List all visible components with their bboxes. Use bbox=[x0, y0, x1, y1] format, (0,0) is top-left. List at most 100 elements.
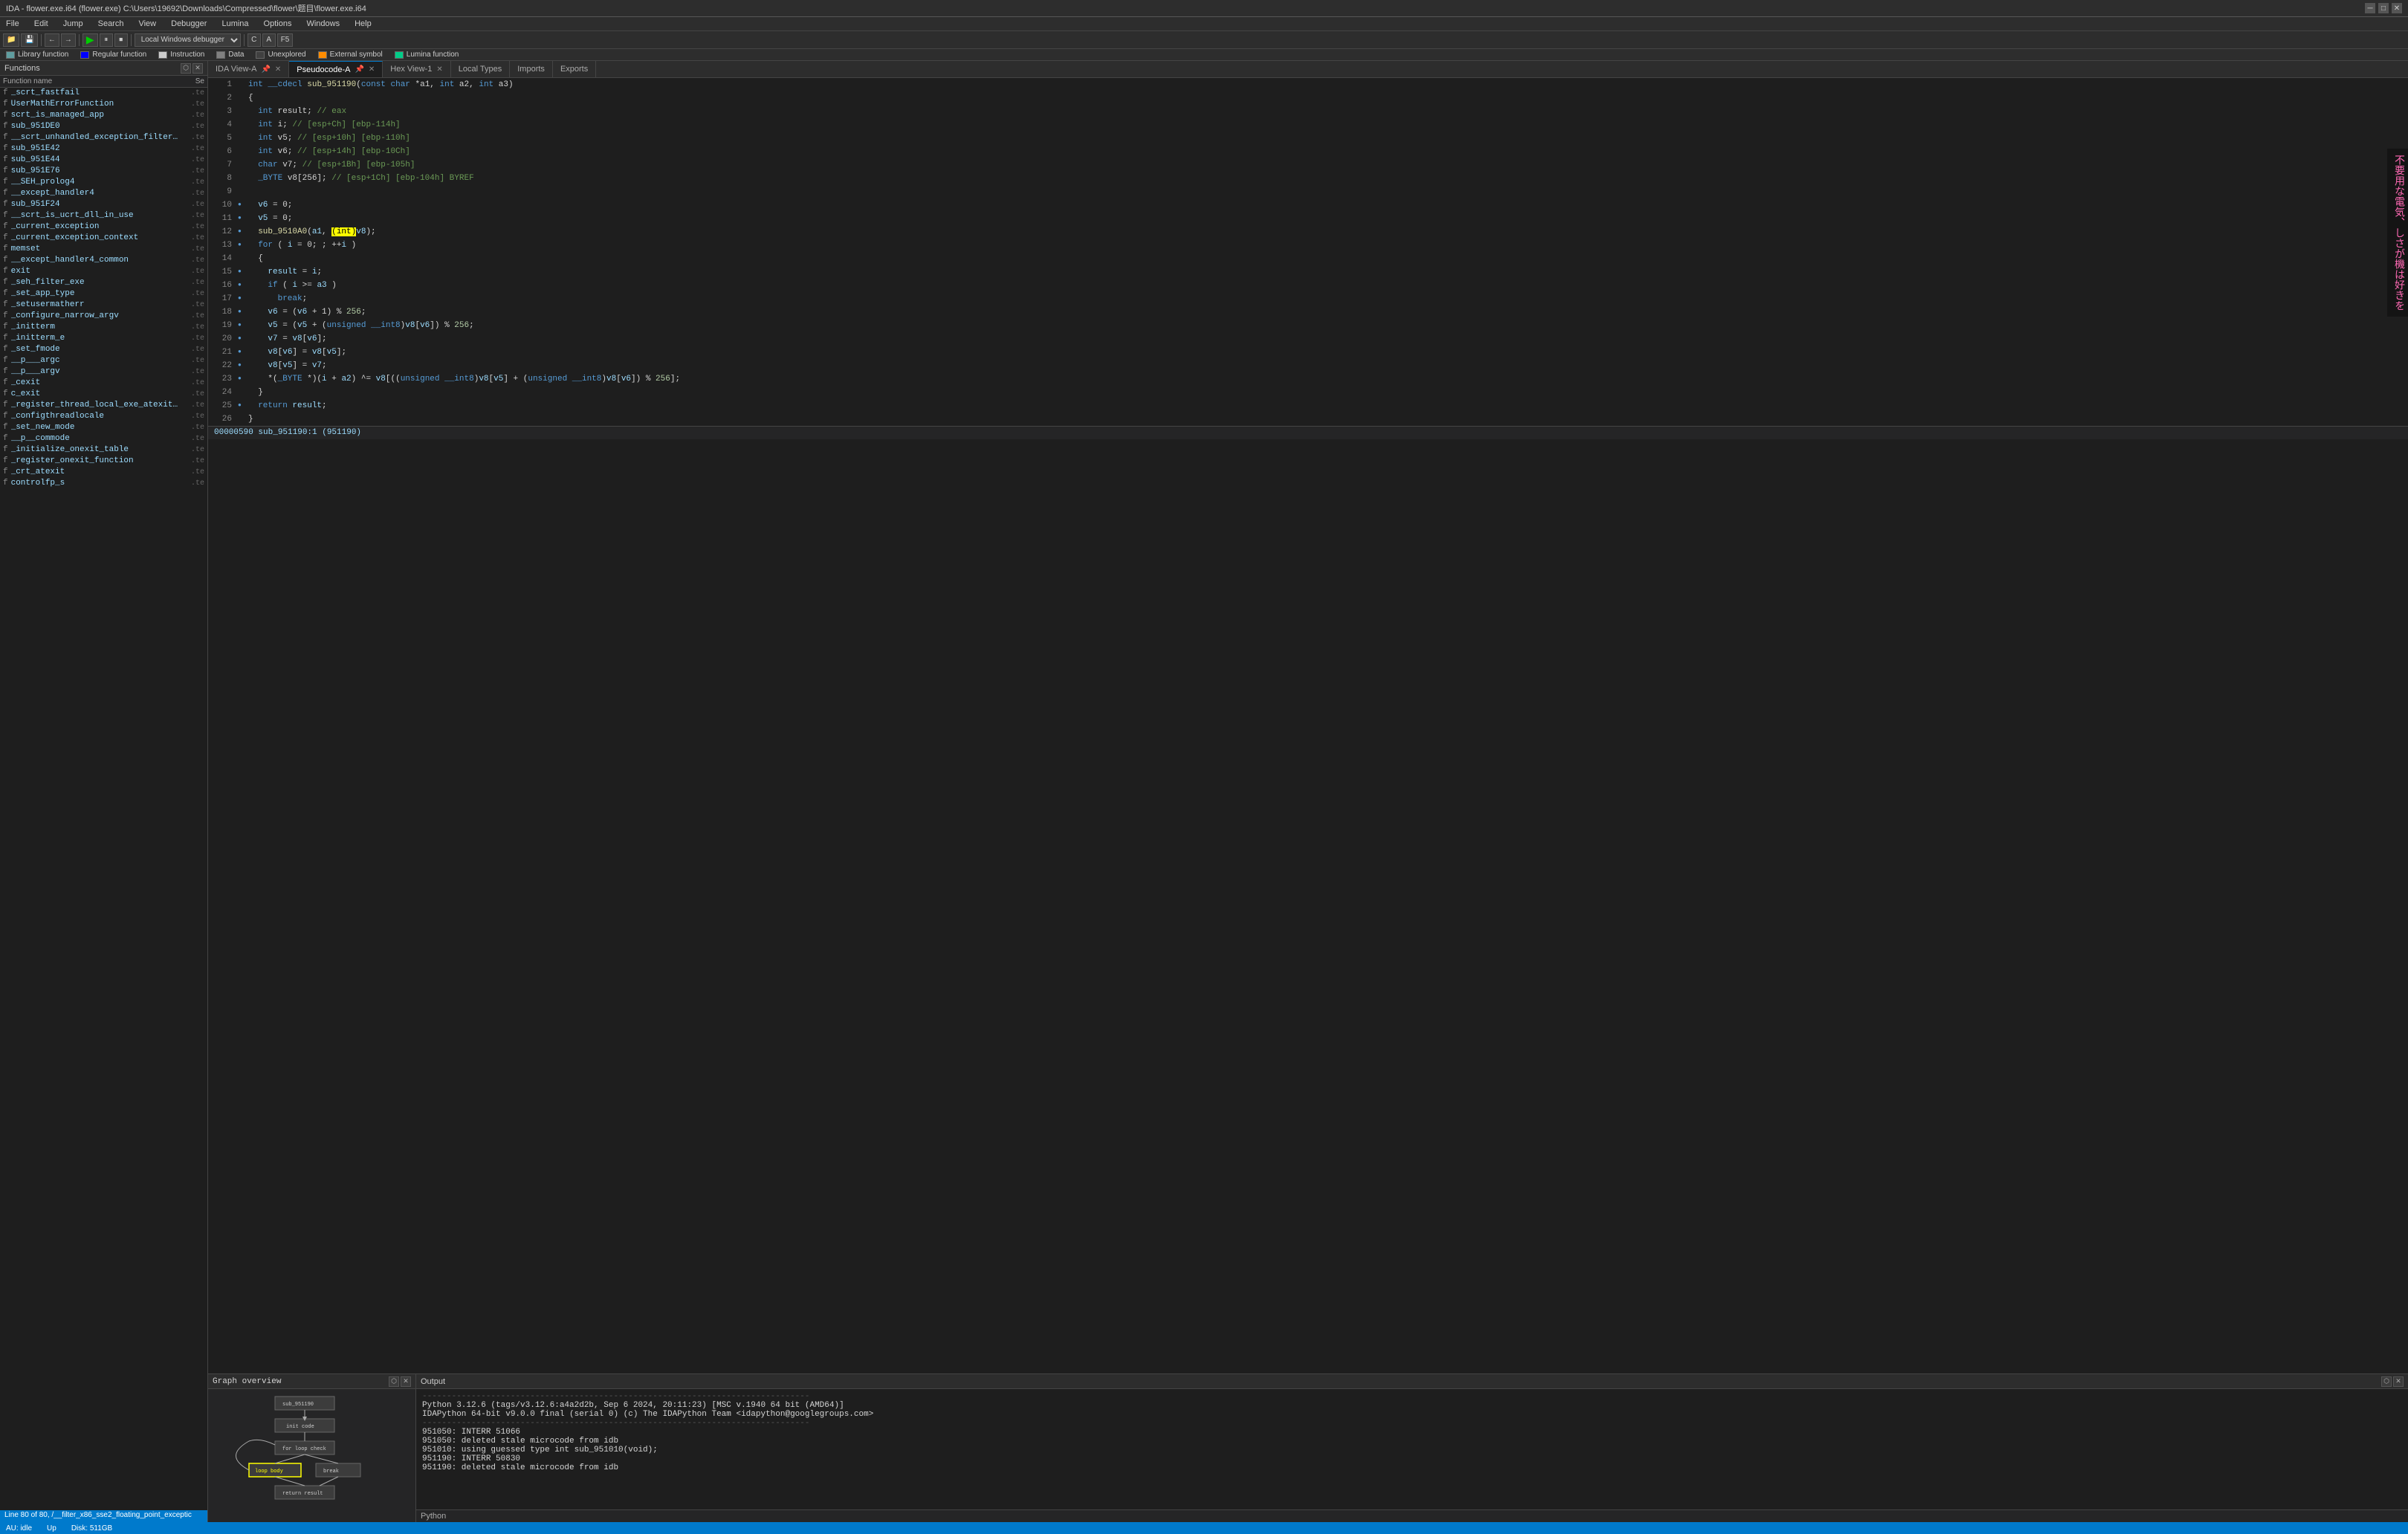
functions-close-btn[interactable]: ✕ bbox=[192, 63, 203, 74]
toolbar-save[interactable]: 💾 bbox=[21, 33, 37, 47]
function-list-item[interactable]: f __except_handler4 .te bbox=[0, 188, 207, 199]
menu-item-help[interactable]: Help bbox=[352, 19, 375, 29]
close-button[interactable]: ✕ bbox=[2392, 3, 2402, 13]
functions-float-btn[interactable]: ⬡ bbox=[181, 63, 191, 74]
tab-pseudocode-a[interactable]: Pseudocode-A 📌 ✕ bbox=[289, 61, 383, 77]
function-list-item[interactable]: f _seh_filter_exe .te bbox=[0, 277, 207, 288]
toolbar-forward[interactable]: → bbox=[61, 33, 76, 47]
status-up: Up bbox=[47, 1524, 56, 1533]
function-list-item[interactable]: f _initterm .te bbox=[0, 322, 207, 333]
function-list-item[interactable]: f _register_onexit_function .te bbox=[0, 456, 207, 467]
line-number: 4 bbox=[211, 118, 232, 132]
code-line: 13● for ( i = 0; ; ++i ) bbox=[208, 239, 2408, 252]
menu-item-windows[interactable]: Windows bbox=[303, 19, 343, 29]
col-function-name: Function name bbox=[3, 77, 182, 85]
statusbar-left: Line 80 of 80, /__filter_x86_sse2_floati… bbox=[0, 1510, 207, 1522]
toolbar-stop[interactable]: ⏹ bbox=[114, 33, 128, 47]
function-icon: f bbox=[3, 189, 8, 198]
function-list-item[interactable]: f __except_handler4_common .te bbox=[0, 255, 207, 266]
jp-text-overlay: 不要用な電気、しさが機は好きを bbox=[2387, 149, 2408, 317]
function-list-item[interactable]: f _set_app_type .te bbox=[0, 288, 207, 300]
function-name: scrt_is_managed_app bbox=[11, 111, 182, 120]
graph-close-btn[interactable]: ✕ bbox=[401, 1376, 411, 1387]
tab-exports[interactable]: Exports bbox=[553, 61, 596, 77]
function-list-item[interactable]: f __scrt_is_ucrt_dll_in_use .te bbox=[0, 210, 207, 221]
function-list-item[interactable]: f c_exit .te bbox=[0, 389, 207, 400]
function-list-item[interactable]: f sub_951F24 .te bbox=[0, 199, 207, 210]
function-list-item[interactable]: f exit .te bbox=[0, 266, 207, 277]
function-list-item[interactable]: f scrt_is_managed_app .te bbox=[0, 110, 207, 121]
toolbar-pause[interactable]: ⏸ bbox=[100, 33, 113, 47]
legend-label: External symbol bbox=[330, 51, 383, 59]
minimize-button[interactable]: ─ bbox=[2365, 3, 2375, 13]
functions-panel-title: Functions bbox=[4, 64, 40, 73]
menu-item-edit[interactable]: Edit bbox=[31, 19, 51, 29]
menu-item-search[interactable]: Search bbox=[95, 19, 127, 29]
function-list-item[interactable]: f sub_951E44 .te bbox=[0, 155, 207, 166]
function-icon: f bbox=[3, 389, 8, 398]
toolbar-asm[interactable]: A bbox=[262, 33, 276, 47]
menu-item-debugger[interactable]: Debugger bbox=[168, 19, 210, 29]
restore-button[interactable]: □ bbox=[2378, 3, 2389, 13]
toolbar-run[interactable]: ▶ bbox=[82, 33, 98, 47]
function-name: _set_app_type bbox=[11, 289, 182, 298]
function-list-item[interactable]: f __scrt_unhandled_exception_filter(x) .… bbox=[0, 132, 207, 143]
tab-hex-view-1[interactable]: Hex View-1 ✕ bbox=[383, 61, 450, 77]
menu-item-file[interactable]: File bbox=[3, 19, 22, 29]
function-list-item[interactable]: f __SEH_prolog4 .te bbox=[0, 177, 207, 188]
function-list-item[interactable]: f _configthreadlocale .te bbox=[0, 411, 207, 422]
function-list-item[interactable]: f controlfp_s .te bbox=[0, 478, 207, 489]
function-list-item[interactable]: f __p__commode .te bbox=[0, 433, 207, 444]
line-number: 26 bbox=[211, 412, 232, 426]
function-list-item[interactable]: f __p___argv .te bbox=[0, 366, 207, 378]
function-list-item[interactable]: f sub_951DE0 .te bbox=[0, 121, 207, 132]
functions-panel-controls: ⬡ ✕ bbox=[181, 63, 203, 74]
function-list-item[interactable]: f _setusermatherr .te bbox=[0, 300, 207, 311]
tab-imports[interactable]: Imports bbox=[510, 61, 553, 77]
toolbar-hex[interactable]: C bbox=[247, 33, 261, 47]
tab-ida-close[interactable]: ✕ bbox=[275, 65, 281, 74]
function-segment: .te bbox=[182, 190, 204, 198]
function-list-item[interactable]: f _scrt_fastfail .te bbox=[0, 88, 207, 99]
line-dot: ● bbox=[238, 346, 245, 359]
function-list-item[interactable]: f memset .te bbox=[0, 244, 207, 255]
menu-item-lumina[interactable]: Lumina bbox=[219, 19, 251, 29]
function-list-item[interactable]: f _current_exception_context .te bbox=[0, 233, 207, 244]
toolbar-open[interactable]: 📁 bbox=[3, 33, 19, 47]
function-list-item[interactable]: f _initterm_e .te bbox=[0, 333, 207, 344]
function-list-item[interactable]: f _configure_narrow_argv .te bbox=[0, 311, 207, 322]
function-icon: f bbox=[3, 434, 8, 443]
output-line: IDAPython 64-bit v9.0.0 final (serial 0)… bbox=[422, 1410, 2402, 1419]
function-list-item[interactable]: f _initialize_onexit_table .te bbox=[0, 444, 207, 456]
function-list-item[interactable]: f _register_thread_local_exe_atexit_c...… bbox=[0, 400, 207, 411]
output-close-btn[interactable]: ✕ bbox=[2393, 1376, 2404, 1387]
code-content: int __cdecl sub_951190(const char *a1, i… bbox=[248, 78, 2405, 91]
menu-item-view[interactable]: View bbox=[135, 19, 159, 29]
function-list-item[interactable]: f _set_new_mode .te bbox=[0, 422, 207, 433]
graph-float-btn[interactable]: ⬡ bbox=[389, 1376, 399, 1387]
function-list-item[interactable]: f _cexit .te bbox=[0, 378, 207, 389]
line-number: 8 bbox=[211, 172, 232, 185]
function-list-item[interactable]: f _current_exception .te bbox=[0, 221, 207, 233]
tab-local-types[interactable]: Local Types bbox=[451, 61, 511, 77]
menu-item-jump[interactable]: Jump bbox=[60, 19, 86, 29]
tab-hex-close[interactable]: ✕ bbox=[436, 65, 442, 74]
toolbar-decompile[interactable]: F5 bbox=[277, 33, 294, 47]
tab-hex-label: Hex View-1 bbox=[390, 65, 432, 74]
line-number: 13 bbox=[211, 239, 232, 252]
debugger-select[interactable]: Local Windows debugger bbox=[135, 33, 241, 47]
toolbar-back[interactable]: ← bbox=[45, 33, 59, 47]
function-list-item[interactable]: f sub_951E76 .te bbox=[0, 166, 207, 177]
legend-bar: Library functionRegular functionInstruct… bbox=[0, 49, 2408, 61]
function-list-item[interactable]: f __p___argc .te bbox=[0, 355, 207, 366]
function-list-item[interactable]: f sub_951E42 .te bbox=[0, 143, 207, 155]
tab-pseudo-close[interactable]: ✕ bbox=[369, 65, 375, 74]
function-name: controlfp_s bbox=[11, 479, 182, 488]
tab-ida-view-a[interactable]: IDA View-A 📌 ✕ bbox=[208, 61, 289, 77]
menu-item-options[interactable]: Options bbox=[261, 19, 295, 29]
output-float-btn[interactable]: ⬡ bbox=[2381, 1376, 2392, 1387]
function-name: _seh_filter_exe bbox=[11, 278, 182, 287]
function-list-item[interactable]: f _set_fmode .te bbox=[0, 344, 207, 355]
function-list-item[interactable]: f UserMathErrorFunction .te bbox=[0, 99, 207, 110]
function-list-item[interactable]: f _crt_atexit .te bbox=[0, 467, 207, 478]
